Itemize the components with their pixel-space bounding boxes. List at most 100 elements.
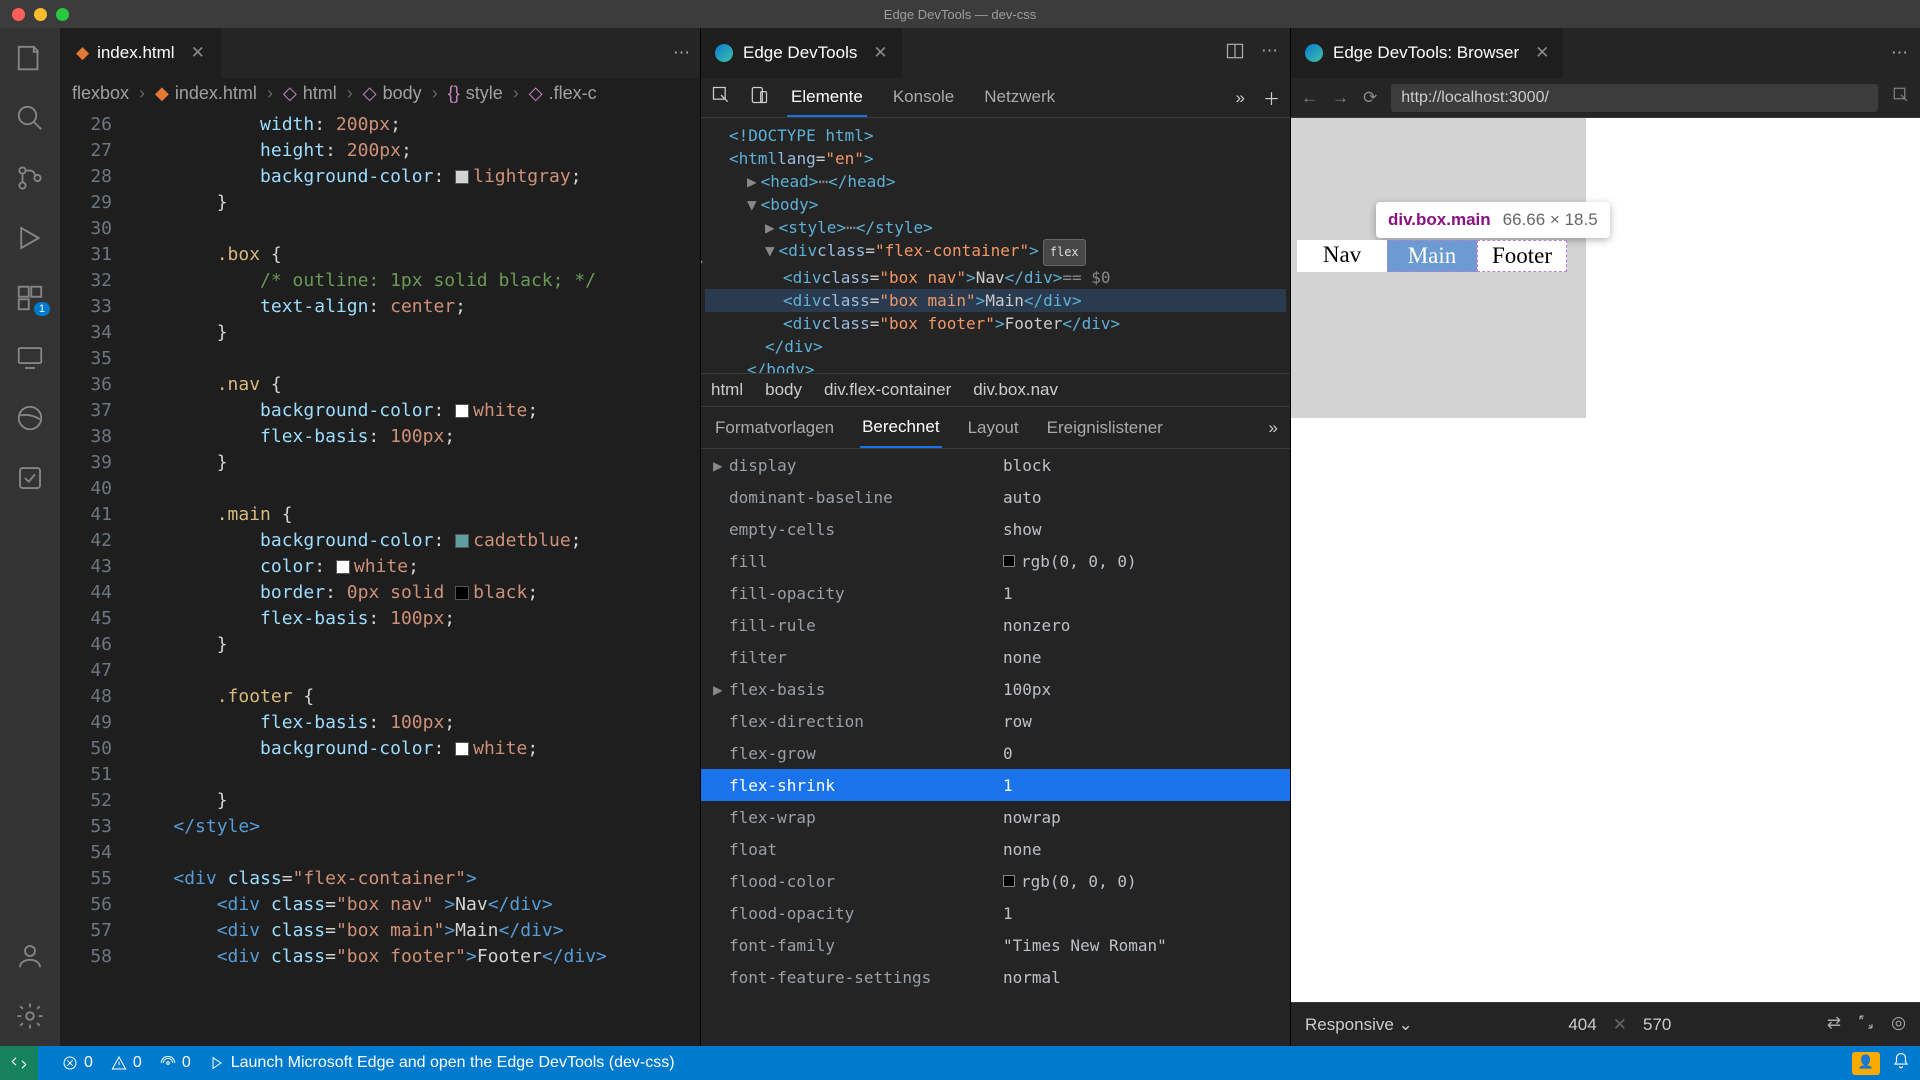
breadcrumb-item[interactable]: {} style [448,83,503,104]
ports-count[interactable]: 0 [160,1054,191,1072]
remote-button[interactable] [0,1046,38,1080]
computed-row[interactable]: flood-colorrgb(0, 0, 0) [701,865,1290,897]
inspect-page-icon[interactable] [1892,86,1910,109]
dom-node[interactable]: </body> [705,358,1286,373]
more-tabs-icon[interactable]: » [1269,418,1278,438]
computed-row[interactable]: ▶displayblock [701,449,1290,481]
close-window-button[interactable] [12,8,25,21]
side-tab-berechnet[interactable]: Berechnet [860,408,942,448]
target-icon[interactable]: ◎ [1891,1013,1906,1036]
breadcrumb-item[interactable]: ◇ body [363,83,422,104]
forward-icon[interactable]: → [1332,88,1349,108]
extensions-icon[interactable]: 1 [14,282,46,314]
computed-row[interactable]: font-feature-settingsnormal [701,961,1290,993]
side-tab-ereignislistener[interactable]: Ereignislistener [1045,409,1165,447]
dom-breadcrumb[interactable]: html body div.flex-container div.box.nav [701,373,1290,407]
tool-tab-elemente[interactable]: Elemente [787,79,867,117]
split-editor-icon[interactable] [1225,41,1245,66]
tool-tab-konsole[interactable]: Konsole [889,79,958,117]
computed-row[interactable]: dominant-baselineauto [701,481,1290,513]
tab-edge-devtools[interactable]: Edge DevTools ✕ [701,28,902,78]
viewport-height[interactable]: 570 [1643,1015,1671,1035]
preview-viewport[interactable]: div.box.main 66.66 × 18.5 Nav Main Foote… [1291,118,1920,1002]
computed-row[interactable]: ▶flex-basis100px [701,673,1290,705]
errors-count[interactable]: 0 [62,1054,93,1072]
dom-crumb-item[interactable]: div.flex-container [824,380,951,400]
dom-tree[interactable]: ⋯ <!DOCTYPE html><html lang="en">▶<head>… [701,118,1290,373]
breadcrumb-item[interactable]: ◆ index.html [155,83,257,104]
computed-row[interactable]: flex-shrink1 [701,769,1290,801]
side-tab-formatvorlagen[interactable]: Formatvorlagen [713,409,836,447]
plus-icon[interactable]: ＋ [1263,85,1280,110]
device-icon[interactable] [749,85,769,110]
breadcrumb[interactable]: flexbox›◆ index.html›◇ html›◇ body›{} st… [60,78,700,108]
computed-row[interactable]: flex-grow0 [701,737,1290,769]
screenshot-icon[interactable] [1857,1013,1875,1036]
close-icon[interactable]: ✕ [873,43,887,63]
test-icon[interactable] [14,462,46,494]
more-actions-icon[interactable]: ⋯ [673,43,690,63]
preview-box-nav: Nav [1297,240,1387,272]
reload-icon[interactable]: ⟳ [1363,88,1377,108]
close-icon[interactable]: ✕ [191,43,205,63]
minimize-window-button[interactable] [34,8,47,21]
dom-node[interactable]: <!DOCTYPE html> [705,124,1286,147]
computed-row[interactable]: empty-cellsshow [701,513,1290,545]
dom-node[interactable]: <html lang="en"> [705,147,1286,170]
dom-more-icon[interactable]: ⋯ [701,250,703,273]
remote-explorer-icon[interactable] [14,342,46,374]
launch-task[interactable]: Launch Microsoft Edge and open the Edge … [209,1054,675,1072]
rotate-icon[interactable]: ⇄ [1827,1013,1841,1036]
explorer-icon[interactable] [14,42,46,74]
settings-gear-icon[interactable] [14,1000,46,1032]
computed-row[interactable]: fillrgb(0, 0, 0) [701,545,1290,577]
source-control-icon[interactable] [14,162,46,194]
profile-badge[interactable]: 👤 [1852,1052,1880,1075]
code-editor[interactable]: 2627282930313233343536373839404142434445… [60,108,700,1046]
breadcrumb-item[interactable]: ◇ .flex-c [529,83,597,104]
accounts-icon[interactable] [14,940,46,972]
responsive-dropdown[interactable]: Responsive ⌄ [1305,1015,1413,1035]
run-debug-icon[interactable] [14,222,46,254]
dom-node[interactable]: <div class="box main">Main</div> [705,289,1286,312]
back-icon[interactable]: ← [1301,88,1318,108]
computed-row[interactable]: flood-opacity1 [701,897,1290,929]
dom-crumb-item[interactable]: html [711,380,743,400]
dom-node[interactable]: ▼<div class="flex-container"> flex [705,239,1286,266]
computed-row[interactable]: flex-wrapnowrap [701,801,1290,833]
edge-tools-icon[interactable] [14,402,46,434]
chevron-right-icon[interactable]: » [1236,88,1245,108]
code-content[interactable]: width: 200px; height: 200px; background-… [130,108,700,1046]
url-bar[interactable]: http://localhost:3000/ [1391,84,1878,112]
more-icon[interactable]: ⋯ [1891,43,1908,62]
tab-edge-browser[interactable]: Edge DevTools: Browser ✕ [1291,28,1563,78]
tool-tab-netzwerk[interactable]: Netzwerk [980,79,1059,117]
dom-crumb-item[interactable]: body [765,380,802,400]
inspect-icon[interactable] [711,85,731,110]
dom-node[interactable]: ▼<body> [705,193,1286,216]
tab-index-html[interactable]: ◆ index.html ✕ [60,28,221,78]
breadcrumb-item[interactable]: flexbox [72,83,129,104]
notifications-icon[interactable] [1892,1052,1910,1075]
viewport-width[interactable]: 404 [1568,1015,1596,1035]
computed-panel[interactable]: ▶displayblockdominant-baselineautoempty-… [701,449,1290,1046]
computed-row[interactable]: fill-rulenonzero [701,609,1290,641]
dom-node[interactable]: </div> [705,335,1286,358]
computed-row[interactable]: font-family"Times New Roman" [701,929,1290,961]
dom-node[interactable]: <div class="box footer">Footer</div> [705,312,1286,335]
dom-crumb-item[interactable]: div.box.nav [973,380,1058,400]
computed-row[interactable]: fill-opacity1 [701,577,1290,609]
dom-node[interactable]: ▶<style> ⋯ </style> [705,216,1286,239]
dom-node[interactable]: <div class="box nav">Nav</div> == $0 [705,266,1286,289]
warnings-count[interactable]: 0 [111,1054,142,1072]
search-icon[interactable] [14,102,46,134]
computed-row[interactable]: filternone [701,641,1290,673]
side-tab-layout[interactable]: Layout [966,409,1021,447]
more-icon[interactable]: ⋯ [1261,41,1278,66]
computed-row[interactable]: floatnone [701,833,1290,865]
maximize-window-button[interactable] [56,8,69,21]
close-icon[interactable]: ✕ [1535,43,1549,63]
dom-node[interactable]: ▶<head> ⋯ </head> [705,170,1286,193]
breadcrumb-item[interactable]: ◇ html [283,83,337,104]
computed-row[interactable]: flex-directionrow [701,705,1290,737]
